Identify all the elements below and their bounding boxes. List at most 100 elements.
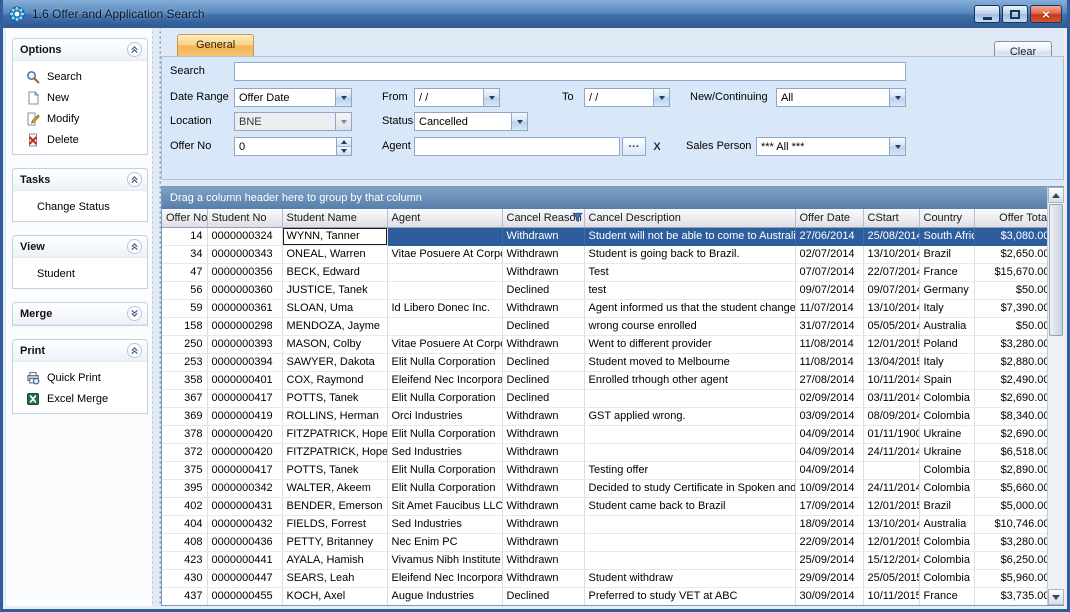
spin-up-icon[interactable] — [337, 138, 351, 146]
grid-cell[interactable]: 13/10/2014 — [863, 299, 919, 317]
grid-cell[interactable]: 0000000419 — [207, 407, 282, 425]
table-row[interactable]: 3750000000417POTTS, TanekElit Nulla Corp… — [162, 461, 1047, 479]
table-row[interactable]: 4370000000455KOCH, AxelAugue IndustriesD… — [162, 587, 1047, 605]
table-row[interactable]: 3950000000342WALTER, AkeemElit Nulla Cor… — [162, 479, 1047, 497]
grid-cell[interactable]: KOCH, Axel — [282, 587, 387, 605]
table-row[interactable]: 3580000000401COX, RaymondEleifend Nec In… — [162, 371, 1047, 389]
grid-cell[interactable]: 372 — [162, 443, 207, 461]
table-row[interactable]: 4020000000431BENDER, EmersonSit Amet Fau… — [162, 497, 1047, 515]
grid-cell[interactable] — [387, 263, 502, 281]
grid-cell[interactable]: France — [919, 263, 974, 281]
grid-cell[interactable]: 430 — [162, 569, 207, 587]
grid-vertical-scrollbar[interactable] — [1047, 187, 1064, 605]
grid-cell[interactable]: 14 — [162, 227, 207, 245]
grid-cell[interactable] — [387, 227, 502, 245]
grid-cell[interactable]: $7,390.00 — [974, 299, 1047, 317]
panel-header-tasks[interactable]: Tasks — [13, 169, 147, 191]
grid-cell[interactable]: 24/11/2014 — [863, 479, 919, 497]
grid-cell[interactable]: 07/07/2014 — [795, 263, 863, 281]
grid-cell[interactable]: 31/07/2014 — [795, 317, 863, 335]
grid-cell[interactable] — [584, 425, 795, 443]
grid-cell[interactable]: Elit Nulla Corporation — [387, 461, 502, 479]
grid-cell[interactable]: Withdrawn — [502, 227, 584, 245]
grid-cell[interactable]: $3,735.00 — [974, 587, 1047, 605]
grid-cell[interactable]: 375 — [162, 461, 207, 479]
grid-cell[interactable]: Italy — [919, 299, 974, 317]
column-header-student-name[interactable]: Student Name — [282, 209, 387, 227]
grid-cell[interactable]: 12/01/2015 — [863, 533, 919, 551]
grid-cell[interactable]: 0000000360 — [207, 281, 282, 299]
collapse-chevron-icon[interactable] — [127, 239, 142, 254]
grid-cell[interactable] — [584, 533, 795, 551]
grid-cell[interactable]: 12/01/2015 — [863, 335, 919, 353]
chevron-down-icon[interactable] — [335, 89, 351, 106]
grid-cell[interactable]: 437 — [162, 587, 207, 605]
column-header-offer-date[interactable]: Offer Date — [795, 209, 863, 227]
grid-cell[interactable]: Agent informed us that the student chang… — [584, 299, 795, 317]
grid-cell[interactable]: 56 — [162, 281, 207, 299]
grid-cell[interactable]: $2,880.00 — [974, 353, 1047, 371]
grid-cell[interactable]: 24/11/2014 — [863, 443, 919, 461]
grid-cell[interactable]: Colombia — [919, 407, 974, 425]
grid-cell[interactable]: GST applied wrong. — [584, 407, 795, 425]
grid-cell[interactable]: 0000000431 — [207, 497, 282, 515]
grid-cell[interactable]: $15,670.00 — [974, 263, 1047, 281]
spin-down-icon[interactable] — [337, 146, 351, 155]
grid-cell[interactable]: BENDER, Emerson — [282, 497, 387, 515]
grid-cell[interactable]: 0000000343 — [207, 245, 282, 263]
grid-cell[interactable] — [387, 317, 502, 335]
grid-cell[interactable]: 03/11/2014 — [863, 389, 919, 407]
scrollbar-track[interactable] — [1048, 337, 1064, 589]
grid-cell[interactable]: Withdrawn — [502, 407, 584, 425]
table-row[interactable]: 4040000000432FIELDS, ForrestSed Industri… — [162, 515, 1047, 533]
grid-cell[interactable]: BECK, Edward — [282, 263, 387, 281]
grid-cell[interactable]: 253 — [162, 353, 207, 371]
sidebar-item-student[interactable]: Student — [13, 263, 147, 284]
grid-cell[interactable]: 13/04/2015 — [863, 353, 919, 371]
grid-cell[interactable]: $2,690.00 — [974, 389, 1047, 407]
table-row[interactable]: 340000000343ONEAL, WarrenVitae Posuere A… — [162, 245, 1047, 263]
grid-cell[interactable]: $2,650.00 — [974, 245, 1047, 263]
maximize-button[interactable] — [1002, 5, 1028, 23]
grid-cell[interactable]: Sit Amet Faucibus LLC — [387, 497, 502, 515]
grid-cell[interactable]: Ukraine — [919, 443, 974, 461]
column-header-offer-no[interactable]: Offer No — [162, 209, 207, 227]
column-header-country[interactable]: Country — [919, 209, 974, 227]
grid-cell[interactable]: Declined — [502, 587, 584, 605]
grid-cell[interactable]: WALTER, Akeem — [282, 479, 387, 497]
grid-cell[interactable]: $5,660.00 — [974, 479, 1047, 497]
grid-cell[interactable]: Orci Industries — [387, 407, 502, 425]
grid-cell[interactable]: 27/08/2014 — [795, 371, 863, 389]
sidebar-item-search[interactable]: Search — [13, 66, 147, 87]
table-row[interactable]: 470000000356BECK, EdwardWithdrawnTest07/… — [162, 263, 1047, 281]
grid-cell[interactable]: $2,890.00 — [974, 461, 1047, 479]
grid-cell[interactable]: Brazil — [919, 245, 974, 263]
sales-person-select[interactable]: *** All *** — [756, 137, 906, 156]
minimize-button[interactable] — [974, 5, 1000, 23]
grid-cell[interactable]: FITZPATRICK, Hope — [282, 425, 387, 443]
grid-cell[interactable]: Testing offer — [584, 461, 795, 479]
grid-cell[interactable] — [584, 389, 795, 407]
grid-cell[interactable]: Colombia — [919, 479, 974, 497]
grid-cell[interactable]: 25/09/2014 — [795, 551, 863, 569]
grid-cell[interactable]: FIELDS, Forrest — [282, 515, 387, 533]
grid-cell[interactable]: 0000000432 — [207, 515, 282, 533]
grid-cell[interactable]: Student will not be able to come to Aust… — [584, 227, 795, 245]
collapse-chevron-icon[interactable] — [127, 42, 142, 57]
panel-header-merge[interactable]: Merge — [13, 303, 147, 325]
grid-cell[interactable]: POTTS, Tanek — [282, 389, 387, 407]
grid-cell[interactable]: Poland — [919, 335, 974, 353]
grid-cell[interactable]: Withdrawn — [502, 335, 584, 353]
grid-cell[interactable]: $5,000.00 — [974, 497, 1047, 515]
grid-cell[interactable]: JUSTICE, Tanek — [282, 281, 387, 299]
grid-cell[interactable]: Declined — [502, 371, 584, 389]
grid-cell[interactable]: 0000000441 — [207, 551, 282, 569]
grid-cell[interactable]: Eleifend Nec Incorporated — [387, 569, 502, 587]
expand-chevron-icon[interactable] — [127, 306, 142, 321]
grid-cell[interactable]: 0000000394 — [207, 353, 282, 371]
grid-cell[interactable]: 05/05/2014 — [863, 317, 919, 335]
column-header-student-no[interactable]: Student No — [207, 209, 282, 227]
column-header-offer-total[interactable]: Offer Total — [974, 209, 1047, 227]
grid-cell[interactable]: SEARS, Leah — [282, 569, 387, 587]
grid-cell[interactable]: $6,250.00 — [974, 551, 1047, 569]
